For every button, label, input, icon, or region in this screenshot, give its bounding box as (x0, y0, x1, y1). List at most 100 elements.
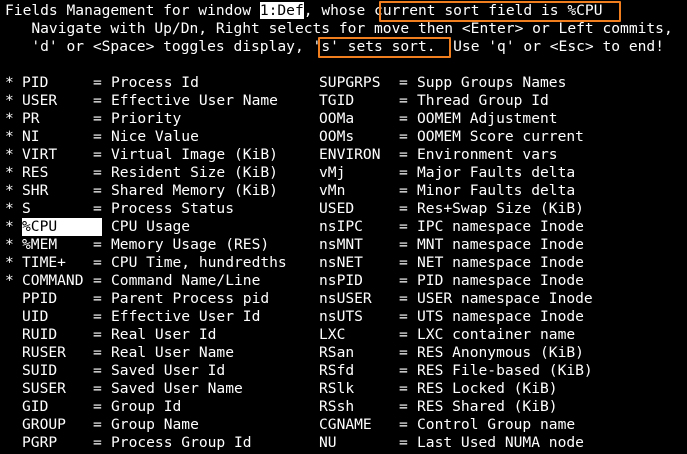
field-name[interactable]: nsUSER (319, 290, 372, 308)
field-name[interactable]: SHR (22, 182, 48, 200)
field-row[interactable]: PGRP = Process Group Id NU = Last Used NUMA n… (5, 434, 685, 452)
field-name[interactable]: OOMs (319, 128, 354, 146)
field-description: Priority (111, 110, 182, 127)
field-equals: = (93, 236, 102, 253)
field-name[interactable]: USER (22, 92, 57, 110)
field-row[interactable]: * VIRT = Virtual Image (KiB) ENVIRON = Environ… (5, 146, 685, 164)
field-row[interactable]: * PID = Process Id SUPGRPS = Supp Groups Names (5, 74, 685, 92)
field-row[interactable]: * USER = Effective User Name TGID = Thread Gro… (5, 92, 685, 110)
field-row[interactable]: * %MEM = Memory Usage (RES) nsMNT = MNT namesp… (5, 236, 685, 254)
field-name[interactable]: ENVIRON (319, 146, 381, 164)
field-row[interactable]: GID = Group Id RSsh = RES Shared (KiB) (5, 398, 685, 416)
field-description: Parent Process pid (111, 290, 270, 307)
field-enabled-marker: * (5, 200, 14, 217)
field-equals: = (399, 416, 408, 433)
field-equals: = (399, 128, 408, 145)
field-name[interactable]: SUID (22, 362, 57, 380)
field-row[interactable]: * %CPU = CPU Usage nsIPC = IPC namespace Inode (5, 218, 685, 236)
field-description: Group Id (111, 398, 182, 415)
header-line-3: 'd' or <Space> toggles display, 's' sets… (5, 38, 664, 56)
field-description: RES Locked (KiB) (417, 380, 558, 397)
field-name[interactable]: CGNAME (319, 416, 372, 434)
field-equals: = (399, 272, 408, 289)
field-name[interactable]: TIME+ (22, 254, 66, 272)
field-row[interactable]: SUID = Saved User Id RSfd = RES File-based (K… (5, 362, 685, 380)
field-name[interactable]: RSan (319, 344, 354, 362)
field-row[interactable]: * COMMAND = Command Name/Line nsPID = PID name… (5, 272, 685, 290)
field-name[interactable]: nsIPC (319, 218, 363, 236)
field-equals: = (93, 254, 102, 271)
field-row[interactable]: PPID = Parent Process pid nsUSER = USER names… (5, 290, 685, 308)
field-name[interactable]: nsNET (319, 254, 363, 272)
field-description: Real User Id (111, 326, 217, 343)
field-row[interactable]: GROUP = Group Name CGNAME = Control Group nam… (5, 416, 685, 434)
field-description: PID namespace Inode (417, 272, 584, 289)
field-row[interactable]: RUID = Real User Id LXC = LXC container name (5, 326, 685, 344)
field-name[interactable]: GID (22, 398, 48, 416)
field-description: MNT namespace Inode (417, 236, 584, 253)
field-row[interactable]: * RES = Resident Size (KiB) vMj = Major Faults… (5, 164, 685, 182)
field-equals: = (399, 254, 408, 271)
field-row[interactable]: * SHR = Shared Memory (KiB) vMn = Minor Faults… (5, 182, 685, 200)
field-name[interactable]: nsUTS (319, 308, 363, 326)
field-row[interactable]: SUSER = Saved User Name RSlk = RES Locked (Ki… (5, 380, 685, 398)
field-row[interactable]: * TIME+ = CPU Time, hundredths nsNET = NET nam… (5, 254, 685, 272)
field-description: Major Faults delta (417, 164, 576, 181)
field-name[interactable]: VIRT (22, 146, 57, 164)
field-equals: = (399, 146, 408, 163)
field-equals: = (93, 290, 102, 307)
field-name[interactable]: UID (22, 308, 48, 326)
field-name[interactable]: RUSER (22, 344, 66, 362)
field-equals: = (93, 308, 102, 325)
field-equals: = (93, 164, 102, 181)
field-description: Last Used NUMA node (417, 434, 584, 451)
field-description: Effective User Id (111, 308, 261, 325)
field-row[interactable]: UID = Effective User Id nsUTS = UTS namespace… (5, 308, 685, 326)
field-name[interactable]: COMMAND (22, 272, 84, 290)
field-description: Res+Swap Size (KiB) (417, 200, 584, 217)
field-name[interactable]: nsMNT (319, 236, 363, 254)
field-enabled-marker: * (5, 182, 14, 199)
field-equals: = (93, 218, 102, 235)
field-description: Memory Usage (RES) (111, 236, 270, 253)
field-equals: = (93, 434, 102, 451)
field-name[interactable]: %CPU (22, 218, 102, 236)
field-name[interactable]: RES (22, 164, 48, 182)
field-name[interactable]: S (22, 200, 31, 218)
field-name[interactable]: NI (22, 128, 40, 146)
field-equals: = (399, 362, 408, 379)
field-row[interactable]: * NI = Nice Value OOMs = OOMEM Score current (5, 128, 685, 146)
field-name[interactable]: OOMa (319, 110, 354, 128)
field-name[interactable]: PPID (22, 290, 57, 308)
field-enabled-marker: * (5, 128, 14, 145)
field-description: OOMEM Score current (417, 128, 584, 145)
field-name[interactable]: vMn (319, 182, 345, 200)
field-name[interactable]: RSfd (319, 362, 354, 380)
field-name[interactable]: RSlk (319, 380, 354, 398)
field-name[interactable]: PR (22, 110, 40, 128)
field-name[interactable]: RUID (22, 326, 57, 344)
field-row[interactable]: * PR = Priority OOMa = OOMEM Adjustment (5, 110, 685, 128)
field-name[interactable]: PID (22, 74, 48, 92)
field-row[interactable]: * S = Process Status USED = Res+Swap Size (KiB… (5, 200, 685, 218)
field-description: CPU Usage (111, 218, 191, 235)
field-row[interactable]: RUSER = Real User Name RSan = RES Anonymous (… (5, 344, 685, 362)
sort-hint: 's' sets sort. (312, 38, 436, 55)
field-equals: = (93, 398, 102, 415)
field-name[interactable]: nsPID (319, 272, 363, 290)
field-name[interactable]: SUSER (22, 380, 66, 398)
field-name[interactable]: TGID (319, 92, 354, 110)
field-equals: = (399, 308, 408, 325)
field-equals: = (399, 200, 408, 217)
field-description: OOMEM Adjustment (417, 110, 558, 127)
field-name[interactable]: %MEM (22, 236, 57, 254)
field-name[interactable]: NU (319, 434, 337, 452)
field-name[interactable]: vMj (319, 164, 345, 182)
field-name[interactable]: PGRP (22, 434, 57, 452)
field-name[interactable]: USED (319, 200, 354, 218)
field-description: RES File-based (KiB) (417, 362, 593, 379)
field-name[interactable]: GROUP (22, 416, 66, 434)
field-name[interactable]: LXC (319, 326, 345, 344)
field-name[interactable]: SUPGRPS (319, 74, 381, 92)
field-name[interactable]: RSsh (319, 398, 354, 416)
